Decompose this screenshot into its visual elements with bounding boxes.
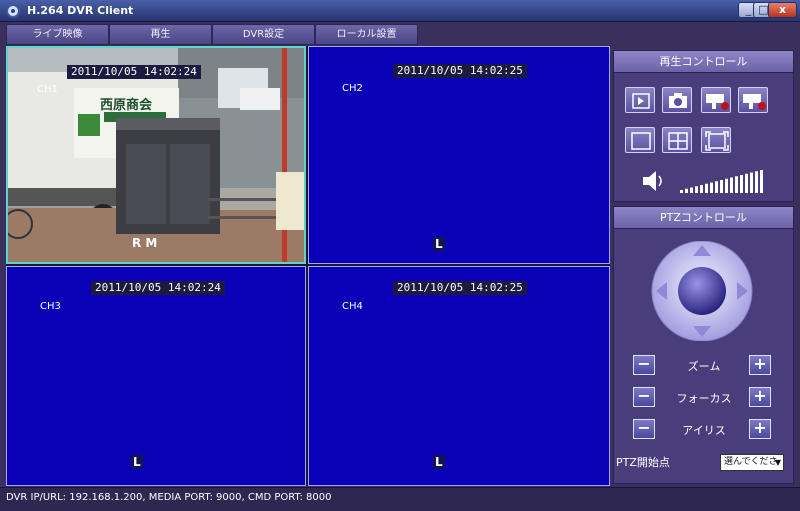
volume-slider[interactable] — [680, 169, 766, 193]
timestamp-ch2: 2011/10/05 14:02:25 — [393, 64, 527, 78]
tab-local-settings[interactable]: ローカル設置 — [315, 24, 418, 45]
main-tabs: ライブ映像 再生 DVR設定 ローカル設置 — [6, 24, 418, 45]
zoom-minus-button[interactable]: − — [633, 355, 655, 375]
status-ch1: R M — [132, 236, 158, 250]
channel-label-ch4: CH4 — [342, 301, 363, 312]
zoom-plus-button[interactable]: + — [749, 355, 771, 375]
volume-bar — [705, 183, 708, 193]
volume-bar — [730, 177, 733, 193]
volume-bar — [740, 175, 743, 193]
video-cell-ch2[interactable]: 2011/10/05 14:02:25 CH2 L — [308, 46, 610, 264]
volume-bar — [710, 182, 713, 193]
focus-label: フォーカス — [676, 392, 732, 405]
camera-feed-ch1 — [8, 48, 304, 262]
volume-bar — [745, 173, 748, 193]
record-button[interactable] — [701, 87, 731, 113]
iris-plus-button[interactable]: + — [749, 419, 771, 439]
volume-bar — [735, 176, 738, 193]
quad-view-icon — [668, 132, 688, 150]
tab-dvr-settings[interactable]: DVR設定 — [212, 24, 315, 45]
record-all-icon — [743, 94, 766, 110]
channel-label-ch3: CH3 — [40, 301, 61, 312]
focus-plus-button[interactable]: + — [749, 387, 771, 407]
iris-minus-button[interactable]: − — [633, 419, 655, 439]
volume-bar — [715, 181, 718, 193]
status-ch2: L — [433, 237, 445, 251]
single-view-icon — [631, 132, 651, 150]
status-ch4: L — [433, 455, 445, 469]
record-all-button[interactable] — [738, 87, 768, 113]
ptz-start-select-value: 選んでくださ — [724, 457, 778, 467]
timestamp-ch1: 2011/10/05 14:02:24 — [67, 65, 201, 79]
window-titlebar: H.264 DVR Client _ □ x — [0, 0, 800, 22]
ptz-control-panel: PTZコントロール − ズーム + − フォーカス + − アイリス + — [613, 206, 794, 484]
volume-bar — [725, 178, 728, 193]
quad-view-button[interactable] — [662, 127, 692, 153]
record-icon — [706, 94, 729, 110]
ptz-panel-title: PTZコントロール — [614, 207, 793, 229]
ptz-start-label: PTZ開始点 — [616, 456, 670, 469]
iris-label: アイリス — [682, 424, 726, 437]
channel-label-ch1: CH1 — [37, 84, 58, 95]
speaker-icon[interactable] — [640, 169, 666, 193]
ptz-direction-pad — [651, 241, 753, 341]
ptz-start-select[interactable]: 選んでくださ ▼ — [720, 454, 784, 471]
snapshot-button[interactable] — [662, 87, 692, 113]
focus-minus-button[interactable]: − — [633, 387, 655, 407]
channel-label-ch2: CH2 — [342, 83, 363, 94]
play-button[interactable] — [625, 87, 655, 113]
video-cell-ch3[interactable]: 2011/10/05 14:02:24 CH3 L — [6, 266, 306, 486]
fullscreen-button[interactable] — [701, 127, 731, 153]
video-grid: 2011/10/05 14:02:24 CH1 西原商会 R M 2011/10… — [6, 46, 610, 486]
status-ch3: L — [131, 455, 143, 469]
video-cell-ch1[interactable]: 2011/10/05 14:02:24 CH1 西原商会 R M — [6, 46, 306, 264]
chevron-down-icon: ▼ — [774, 458, 781, 467]
volume-bar — [680, 190, 683, 193]
volume-bar — [690, 187, 693, 193]
volume-bar — [700, 185, 703, 193]
snapshot-icon — [669, 93, 687, 108]
playback-control-panel: 再生コントロール — [613, 50, 794, 202]
volume-bar — [685, 188, 688, 193]
truck-sign-text: 西原商会 — [100, 98, 153, 113]
volume-bar — [750, 172, 753, 193]
tab-live[interactable]: ライブ映像 — [6, 24, 109, 45]
volume-bar — [755, 171, 758, 193]
app-icon — [6, 4, 20, 18]
volume-bar — [695, 186, 698, 193]
volume-bar — [760, 170, 763, 193]
play-icon — [632, 93, 650, 109]
timestamp-ch4: 2011/10/05 14:02:25 — [393, 281, 527, 295]
timestamp-ch3: 2011/10/05 14:02:24 — [91, 281, 225, 295]
volume-bar — [720, 180, 723, 193]
close-button[interactable]: x — [768, 2, 797, 18]
tab-playback[interactable]: 再生 — [109, 24, 212, 45]
video-cell-ch4[interactable]: 2011/10/05 14:02:25 CH4 L — [308, 266, 610, 486]
window-title: H.264 DVR Client — [27, 4, 134, 17]
single-view-button[interactable] — [625, 127, 655, 153]
status-bar: DVR IP/URL: 192.168.1.200, MEDIA PORT: 9… — [0, 487, 800, 511]
fullscreen-icon — [705, 131, 729, 151]
zoom-label: ズーム — [687, 360, 721, 373]
playback-panel-title: 再生コントロール — [614, 51, 793, 73]
